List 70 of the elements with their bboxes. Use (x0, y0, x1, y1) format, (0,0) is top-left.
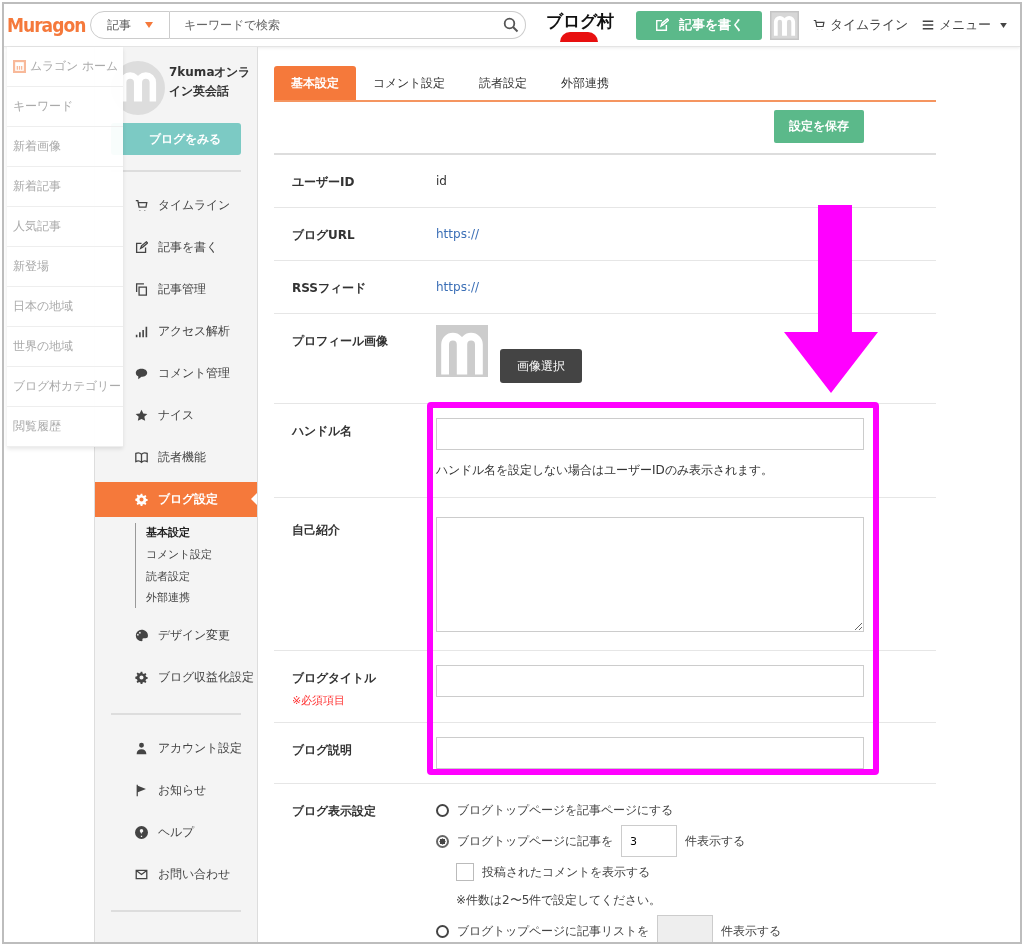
edit-icon (135, 240, 148, 254)
help-icon (135, 825, 148, 839)
caret-icon (1000, 22, 1007, 28)
sidebar-subitem[interactable]: 読者設定 (146, 566, 241, 587)
url-link[interactable]: https:// (436, 280, 864, 294)
help-text: ※件数は2〜5件で設定してください。 (456, 891, 662, 909)
field-label: ユーザーID (292, 174, 356, 191)
settings-tab[interactable]: 外部連携 (544, 66, 626, 100)
search-icon[interactable] (503, 17, 519, 33)
field-label: ブログタイトル (292, 670, 377, 687)
sidebar-item[interactable]: ヘルプ (95, 811, 257, 854)
field-label: ハンドル名 (292, 423, 353, 440)
select-image-button[interactable]: 画像選択 (500, 349, 582, 383)
url-link[interactable]: https:// (436, 227, 864, 241)
menu-icon (922, 19, 934, 31)
option-suffix: 件表示する (685, 832, 745, 850)
sidebar-subitem[interactable]: 外部連携 (146, 588, 241, 609)
field-label: RSSフィード (292, 280, 367, 297)
sidebar-subitem[interactable]: 基本設定 (146, 523, 241, 543)
option-suffix: 件表示する (721, 922, 781, 940)
avatar-placeholder (436, 325, 488, 377)
search-input[interactable]: キーワードで検索 (170, 18, 503, 32)
field-value: id (436, 174, 448, 188)
star-icon (135, 408, 148, 422)
bar-chart-icon (135, 324, 148, 338)
field-label: ブログ説明 (292, 742, 353, 759)
sidebar-item[interactable]: お問い合わせ (95, 853, 257, 896)
text-input-field[interactable] (436, 665, 864, 697)
count-input-field[interactable]: 3 (621, 825, 677, 857)
help-text: ハンドル名を設定しない場合はユーザーIDのみ表示されます。 (436, 462, 774, 479)
textarea-field[interactable] (436, 517, 864, 632)
palette-icon (135, 628, 148, 642)
settings-icon (135, 670, 148, 684)
menu-button[interactable]: メニュー (922, 16, 1007, 34)
text-input-field[interactable] (436, 418, 864, 450)
checkbox[interactable] (456, 863, 474, 881)
mail-icon (135, 867, 148, 881)
person-icon (135, 741, 148, 755)
option-label: ブログトップページに記事リストを (457, 922, 649, 940)
field-label: ブログURL (292, 227, 356, 244)
option-label: 投稿されたコメントを表示する (482, 863, 650, 881)
copy-icon (135, 282, 148, 296)
option-label: ブログトップページに記事を (457, 832, 613, 850)
sidebar-item[interactable]: ブログ収益化設定 (95, 656, 257, 699)
partner-logo[interactable]: ブログ村 (542, 8, 618, 42)
flag-icon (135, 783, 148, 797)
caret-icon (145, 22, 153, 28)
book-icon (135, 450, 148, 464)
speech-bubble-icon (135, 366, 148, 380)
text-input-field[interactable] (436, 737, 864, 769)
settings-tab[interactable]: コメント設定 (356, 66, 462, 100)
sidebar-item[interactable]: お知らせ (95, 769, 257, 812)
sidebar-subitem[interactable]: コメント設定 (146, 544, 241, 565)
edit-icon (654, 18, 669, 32)
home-icon (13, 60, 26, 73)
timeline-link[interactable]: タイムライン (813, 16, 908, 34)
radio-button[interactable] (436, 834, 449, 848)
field-label: 自己紹介 (292, 522, 341, 539)
user-avatar[interactable] (770, 10, 799, 40)
cart-icon (813, 19, 825, 31)
settings-icon (135, 493, 148, 506)
sidebar-item[interactable]: アカウント設定 (95, 727, 257, 770)
radio-button[interactable] (436, 803, 449, 817)
blog-name: 7kumaオンライン英会話 (169, 64, 252, 101)
sidebar-item[interactable]: デザイン変更 (95, 614, 257, 657)
option-label: ブログトップページを記事ページにする (457, 801, 673, 819)
field-label: ブログ表示設定 (292, 803, 377, 820)
field-label: プロフィール画像 (292, 333, 389, 350)
settings-tab[interactable]: 読者設定 (462, 66, 544, 100)
required-note: ※必須項目 (292, 693, 347, 708)
